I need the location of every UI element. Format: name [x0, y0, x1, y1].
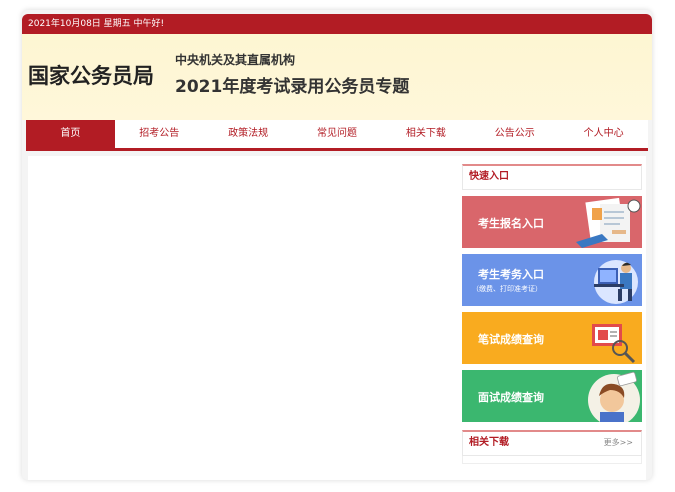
site-logo[interactable]: 国家公务员局 — [28, 60, 154, 90]
exam-affairs-entry-button[interactable]: 考生考务入口 （缴费、打印准考证） — [462, 254, 642, 306]
header-subtitle-1: 中央机关及其直属机构 — [175, 53, 296, 67]
downloads-title: 相关下载 — [469, 437, 509, 448]
main-nav: 首页 招考公告 政策法规 常见问题 相关下载 公告公示 个人中心 — [26, 120, 648, 151]
date-text: 2021年10月08日 星期五 中午好! — [28, 19, 165, 29]
nav-item-policy[interactable]: 政策法规 — [204, 120, 293, 148]
register-entry-label: 考生报名入口 — [478, 217, 544, 230]
nav-item-recruitment[interactable]: 招考公告 — [115, 120, 204, 148]
date-bar: 2021年10月08日 星期五 中午好! — [22, 14, 652, 34]
quick-entry-header: 快速入口 — [462, 164, 642, 190]
interview-score-query-label: 面试成绩查询 — [478, 391, 544, 404]
nav-item-downloads[interactable]: 相关下载 — [381, 120, 470, 148]
screen-magnifier-icon — [592, 324, 636, 364]
interview-person-icon — [588, 371, 640, 422]
nav-item-home[interactable]: 首页 — [26, 120, 115, 148]
exam-affairs-entry-sublabel: （缴费、打印准考证） — [472, 285, 542, 293]
more-link[interactable]: 更多>> — [604, 432, 633, 454]
browser-frame: 2021年10月08日 星期五 中午好! 国家公务员局 中央机关及其直属机构 2… — [22, 10, 652, 480]
downloads-header: 相关下载 更多>> — [462, 430, 642, 456]
main-content: 快速入口 考生报名入口 考生考务入口 （缴费、打印准考证） 笔试成绩查询 面试成… — [28, 156, 646, 480]
nav-item-faq[interactable]: 常见问题 — [293, 120, 382, 148]
content-area — [28, 156, 448, 480]
register-illustration-icon — [576, 197, 641, 248]
written-score-query-label: 笔试成绩查询 — [478, 333, 544, 346]
sidebar: 快速入口 考生报名入口 考生考务入口 （缴费、打印准考证） 笔试成绩查询 面试成… — [462, 164, 642, 464]
computer-user-icon — [594, 260, 638, 304]
interview-score-query-button[interactable]: 面试成绩查询 — [462, 370, 642, 422]
nav-item-personal[interactable]: 个人中心 — [559, 120, 648, 148]
quick-entry-title: 快速入口 — [469, 171, 509, 182]
written-score-query-button[interactable]: 笔试成绩查询 — [462, 312, 642, 364]
site-header: 国家公务员局 中央机关及其直属机构 2021年度考试录用公务员专题 — [22, 34, 652, 120]
header-subtitle-2: 2021年度考试录用公务员专题 — [175, 77, 410, 97]
register-entry-button[interactable]: 考生报名入口 — [462, 196, 642, 248]
downloads-list — [462, 456, 642, 464]
exam-affairs-entry-label: 考生考务入口 — [478, 268, 544, 281]
nav-item-notices[interactable]: 公告公示 — [470, 120, 559, 148]
